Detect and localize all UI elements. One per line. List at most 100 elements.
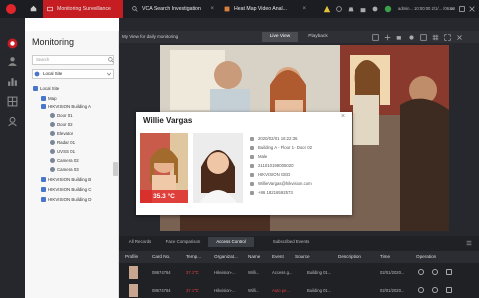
column-header[interactable]: Temp... [186, 251, 201, 263]
menu-icon[interactable] [466, 240, 472, 246]
playback-button[interactable]: Playback [300, 32, 336, 42]
cell-event: Auto pe... [272, 288, 290, 293]
alarm-icon[interactable] [347, 5, 355, 13]
tree-item[interactable]: HIKVISION Building A [41, 103, 91, 111]
sidebar-title: Monitoring [32, 37, 75, 47]
close-icon[interactable]: × [302, 0, 306, 18]
minimize-icon[interactable] [448, 5, 456, 13]
tree-item[interactable]: Door 01 [50, 112, 73, 120]
tab-access-control[interactable]: Access Control [208, 237, 254, 247]
window-icon[interactable] [420, 34, 427, 41]
profile-thumbnail [129, 266, 138, 279]
clock-icon [250, 136, 254, 141]
view-icon[interactable] [418, 269, 424, 275]
live-view-button[interactable]: Live View [262, 32, 298, 42]
organization-icon [250, 172, 254, 177]
cell-org: Hikvision-... [214, 270, 236, 275]
home-icon[interactable] [30, 5, 37, 12]
tree-label: Camera 02 [57, 158, 79, 163]
fullscreen-icon[interactable] [444, 34, 451, 41]
tree-item[interactable]: UVSS 01 [50, 148, 75, 156]
tab-subscribed-events[interactable]: Subscribed Events [262, 237, 320, 247]
info-gender-value: Male [258, 154, 268, 159]
user-avatar-icon[interactable] [384, 5, 392, 13]
map-icon [41, 96, 46, 102]
export-icon[interactable] [446, 287, 452, 293]
tab-label: VCA Search Investigation [142, 6, 201, 12]
tree-item[interactable]: Camera 02 [50, 157, 79, 165]
tree-item[interactable]: HIKVISION Building B [41, 176, 91, 184]
tree-item[interactable]: HIKVISION Building C [41, 186, 91, 194]
tree-label: HIKVISION Building B [48, 177, 92, 182]
play-icon[interactable] [432, 287, 438, 293]
settings-icon[interactable] [408, 34, 415, 41]
column-header[interactable]: Organizat... [214, 251, 238, 263]
tree-item[interactable]: Map [41, 95, 57, 103]
tree-item[interactable]: Door 02 [50, 121, 73, 129]
view-name[interactable]: My View for daily monitoring [122, 31, 178, 43]
refresh-icon[interactable] [335, 5, 343, 13]
table-row[interactable] [119, 282, 479, 298]
tree-label: Camera 03 [57, 167, 79, 172]
split-icon[interactable] [384, 34, 391, 41]
camera-icon[interactable] [396, 34, 403, 41]
monitoring-nav-icon[interactable] [7, 38, 18, 49]
tree-item[interactable]: Local Site [33, 85, 59, 93]
column-header[interactable]: Source [295, 251, 310, 263]
people-nav-icon[interactable] [7, 56, 18, 67]
info-phone: +86 18216592573 [250, 189, 293, 196]
site-selector[interactable]: Local Site [32, 69, 114, 79]
cell-name: Willi... [248, 270, 260, 275]
table-row[interactable] [119, 264, 479, 281]
settings-icon[interactable] [371, 5, 379, 13]
uvss-icon [50, 149, 55, 155]
maximize-icon[interactable] [458, 5, 466, 13]
info-email: WillieVargas@hikvision.com [250, 180, 312, 187]
close-icon[interactable] [456, 34, 463, 41]
tree-label: Elevator [57, 131, 74, 136]
tree-item[interactable]: Elevator [50, 130, 73, 138]
tab-monitoring-surveillance[interactable]: Monitoring Surveillance [43, 0, 123, 18]
lock-icon[interactable] [359, 5, 367, 13]
chart-nav-icon[interactable] [7, 76, 18, 87]
radar-icon [50, 140, 55, 146]
grid-nav-icon[interactable] [7, 96, 18, 107]
tree-item[interactable]: Camera 03 [50, 166, 79, 174]
info-time: 2020/02/01 16:22:36 [250, 135, 297, 142]
tab-vca-search[interactable]: VCA Search Investigation × [128, 0, 218, 18]
info-location: Building A - Floor 1- Door 02 [250, 144, 312, 151]
column-header[interactable]: Description [338, 251, 361, 263]
sidebar-collapse-handle[interactable] [113, 162, 118, 176]
grid-icon[interactable] [432, 34, 439, 41]
layout-icon[interactable] [372, 34, 379, 41]
column-header[interactable]: Profile [125, 251, 138, 263]
info-id: 211010198005020 [250, 162, 294, 169]
column-header[interactable]: Event [272, 251, 284, 263]
tab-face-comparison[interactable]: Face Comparison [160, 237, 206, 247]
search-icon[interactable] [108, 57, 114, 63]
popup-close-icon[interactable]: × [341, 113, 345, 120]
building-icon [41, 197, 46, 203]
export-icon[interactable] [446, 269, 452, 275]
user-nav-icon[interactable] [7, 116, 18, 127]
site-selector-label: Local Site [43, 71, 63, 76]
play-icon[interactable] [432, 269, 438, 275]
view-icon[interactable] [418, 287, 424, 293]
column-header[interactable]: Name [248, 251, 260, 263]
column-header[interactable]: Card No. [152, 251, 170, 263]
column-header[interactable]: Operation [416, 251, 436, 263]
chevron-down-icon[interactable] [106, 71, 112, 77]
tab-all-records[interactable]: All Records [122, 237, 158, 247]
cell-card: 08674764 [152, 270, 171, 275]
tree-item[interactable]: Radar 01 [50, 139, 75, 147]
column-header[interactable]: Time [380, 251, 390, 263]
search-input[interactable]: Search [32, 55, 114, 65]
close-window-icon[interactable] [468, 5, 476, 13]
elevator-icon [50, 131, 55, 137]
door-icon [50, 122, 55, 128]
tree-item[interactable]: HIKVISION Building D [41, 196, 91, 204]
tab-heat-map[interactable]: Heat Map Video Anal... × [220, 0, 310, 18]
close-icon[interactable]: × [210, 0, 214, 18]
warning-icon[interactable] [323, 5, 331, 13]
gender-icon [250, 154, 254, 159]
